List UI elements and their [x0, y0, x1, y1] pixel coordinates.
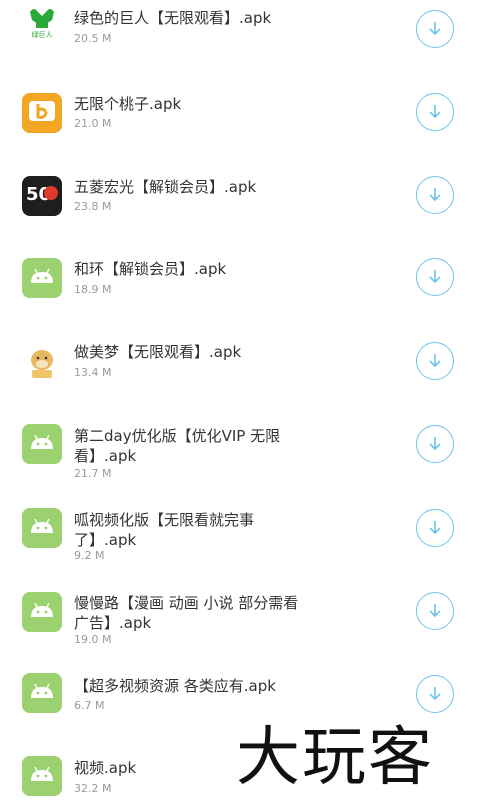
watermark: 大玩客: [236, 716, 476, 800]
app-size: 21.0 M: [74, 117, 112, 130]
green-giant-label: 绿巨人: [31, 31, 53, 39]
list-item[interactable]: 无限个桃子.apk 21.0 M: [0, 80, 478, 160]
app-name: 绿色的巨人【无限观看】.apk: [74, 9, 272, 27]
app-name: 和环【解锁会员】.apk: [74, 260, 227, 278]
app-size: 20.5 M: [74, 32, 112, 45]
android-icon: [22, 756, 62, 796]
android-icon: [22, 673, 62, 713]
download-arrow-icon: [429, 521, 441, 535]
app-name: 无限个桃子.apk: [74, 95, 182, 113]
download-arrow-icon: [429, 687, 441, 701]
android-icon: [22, 508, 62, 548]
download-button[interactable]: [416, 176, 454, 214]
app-size: 18.9 M: [74, 283, 112, 296]
download-arrow-icon: [429, 354, 441, 368]
android-icon: [22, 592, 62, 632]
download-arrow-icon: [429, 437, 441, 451]
list-item[interactable]: 和环【解锁会员】.apk 18.9 M: [0, 240, 478, 320]
wuling-circle: [44, 186, 58, 200]
list-item[interactable]: 慢慢路【漫画 动画 小说 部分需看 广告】.apk 19.0 M: [0, 560, 478, 646]
download-arrow-icon: [429, 188, 441, 202]
list-item[interactable]: 【超多视频资源 各类应有.apk 6.7 M: [0, 640, 478, 720]
peach-b-icon: [22, 93, 62, 133]
app-size: 23.8 M: [74, 200, 112, 213]
app-size: 21.7 M: [74, 467, 112, 480]
download-button[interactable]: [416, 592, 454, 630]
app-name: 呱视频化版【无限看就完事 了】.apk: [74, 511, 255, 549]
app-size: 13.4 M: [74, 366, 112, 379]
download-button[interactable]: [416, 342, 454, 380]
watermark-text: 大玩客: [236, 721, 434, 795]
download-button[interactable]: [416, 10, 454, 48]
app-name: 第二day优化版【优化VIP 无限 看】.apk: [74, 427, 281, 465]
download-button[interactable]: [416, 675, 454, 713]
list-item[interactable]: 50 五菱宏光【解锁会员】.apk 23.8 M: [0, 160, 478, 240]
app-name: 【超多视频资源 各类应有.apk: [74, 677, 276, 695]
doge-icon: [22, 342, 62, 382]
app-name: 慢慢路【漫画 动画 小说 部分需看 广告】.apk: [74, 594, 299, 632]
download-arrow-icon: [429, 604, 441, 618]
list-item[interactable]: 第二day优化版【优化VIP 无限 看】.apk 21.7 M: [0, 400, 478, 480]
app-size: 32.2 M: [74, 782, 112, 795]
app-name: 做美梦【无限观看】.apk: [74, 343, 242, 361]
download-button[interactable]: [416, 93, 454, 131]
download-button[interactable]: [416, 425, 454, 463]
download-button[interactable]: [416, 258, 454, 296]
download-button[interactable]: [416, 509, 454, 547]
app-name: 五菱宏光【解锁会员】.apk: [74, 178, 257, 196]
app-size: 6.7 M: [74, 699, 105, 712]
list-item[interactable]: 呱视频化版【无限看就完事 了】.apk 9.2 M: [0, 480, 478, 562]
list-item[interactable]: 绿巨人 绿色的巨人【无限观看】.apk 20.5 M: [0, 0, 478, 80]
android-icon: [22, 424, 62, 464]
download-arrow-icon: [429, 105, 441, 119]
download-arrow-icon: [429, 270, 441, 284]
wuling-50-icon: 50: [22, 176, 62, 216]
android-icon: [22, 258, 62, 298]
download-arrow-icon: [429, 22, 441, 36]
list-item[interactable]: 做美梦【无限观看】.apk 13.4 M: [0, 320, 478, 400]
green-giant-icon: 绿巨人: [22, 0, 62, 40]
